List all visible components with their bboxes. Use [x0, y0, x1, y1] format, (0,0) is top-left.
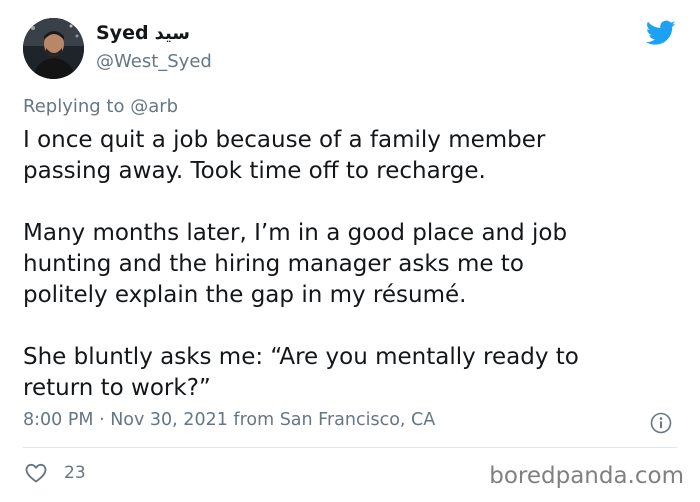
divider: [23, 447, 677, 448]
info-icon[interactable]: [650, 412, 672, 434]
tweet-paragraph: Many months later, I’m in a good place a…: [23, 220, 568, 308]
heart-icon[interactable]: [24, 461, 48, 485]
replying-to-label: Replying to: [23, 96, 125, 117]
tweet-paragraph: I once quit a job because of a family me…: [23, 127, 546, 184]
avatar[interactable]: [23, 18, 84, 79]
like-count: 23: [64, 463, 86, 483]
tweet-paragraph: She bluntly asks me: “Are you mentally r…: [23, 344, 579, 401]
tweet-text: I once quit a job because of a family me…: [23, 125, 683, 404]
author-display-name[interactable]: Syed سيد: [96, 22, 190, 44]
watermark: boredpanda.com: [489, 463, 684, 489]
tweet-timestamp[interactable]: 8:00 PM · Nov 30, 2021 from San Francisc…: [23, 410, 435, 430]
author-handle[interactable]: @West_Syed: [96, 51, 212, 72]
author-name-arabic: سيد: [154, 23, 191, 44]
reply-mention-link[interactable]: @arb: [130, 96, 178, 117]
twitter-bird-icon[interactable]: [646, 20, 676, 46]
author-name: Syed: [96, 22, 149, 44]
replying-to: Replying to @arb: [23, 96, 178, 117]
